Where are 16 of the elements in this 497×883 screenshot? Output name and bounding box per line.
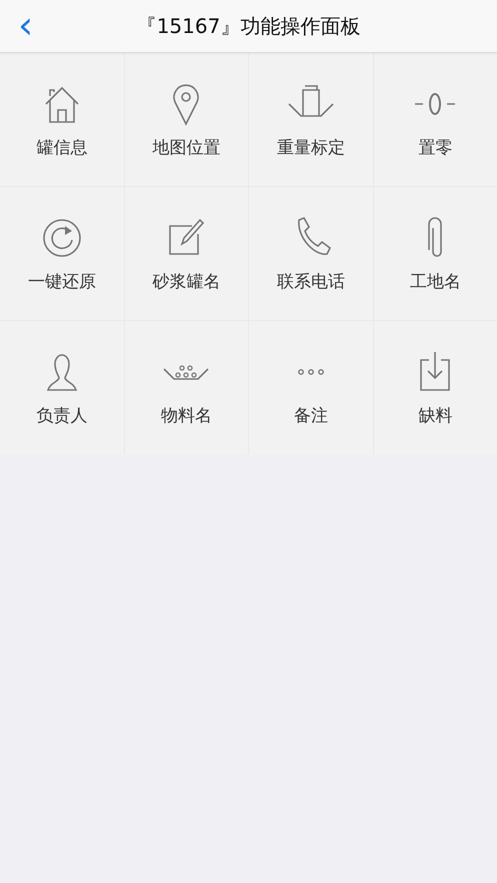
function-tile[interactable]: 砂浆罐名: [124, 187, 248, 320]
page-title: 『15167』功能操作面板: [136, 12, 360, 40]
function-tile[interactable]: 联系电话: [249, 187, 372, 320]
function-tile[interactable]: 一键还原: [0, 187, 124, 320]
more-dots-icon: [296, 368, 325, 376]
function-tile[interactable]: 重量标定: [249, 53, 372, 186]
function-tile[interactable]: 负责人: [0, 321, 124, 454]
function-tile[interactable]: 缺料: [374, 321, 497, 454]
function-tile[interactable]: 罐信息: [0, 53, 124, 186]
function-tile[interactable]: 地图位置: [124, 53, 248, 186]
bowl-of-pellets-icon: [163, 364, 210, 380]
back-button[interactable]: ‹: [12, 8, 40, 42]
function-tile[interactable]: 备注: [249, 321, 372, 454]
function-tile[interactable]: 物料名: [124, 321, 248, 454]
function-tile[interactable]: 置零: [374, 53, 497, 186]
function-tile[interactable]: 工地名: [374, 187, 497, 320]
